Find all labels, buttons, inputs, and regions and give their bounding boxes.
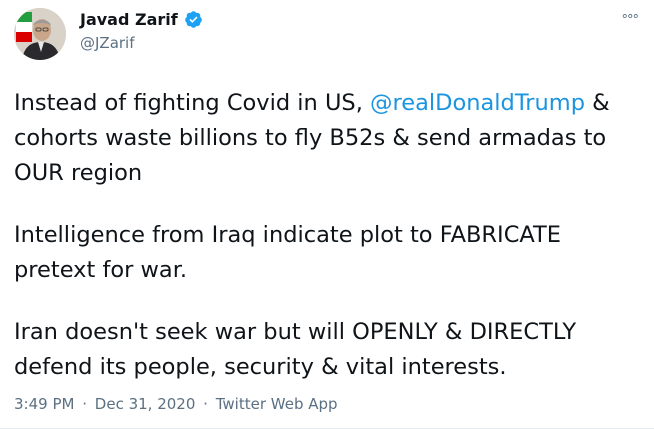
tweet-paragraph-3: Iran doesn't seek war but will OPENLY & … <box>14 319 577 380</box>
tweet-text-part: Instead of fighting Covid in US, <box>14 90 371 116</box>
tweet-paragraph-1: Instead of fighting Covid in US, @realDo… <box>14 86 634 191</box>
author-name-row: Javad Zarif <box>80 10 203 29</box>
more-options-icon[interactable]: °°° <box>622 13 639 28</box>
author-handle[interactable]: @JZarif <box>80 34 135 52</box>
tweet-paragraph-2: Intelligence from Iraq indicate plot to … <box>14 222 562 283</box>
avatar[interactable] <box>14 8 66 60</box>
tweet-time[interactable]: 3:49 PM <box>14 395 74 413</box>
meta-separator: · <box>82 395 88 413</box>
tweet-card: Javad Zarif @JZarif °°° Instead of fight… <box>0 0 654 429</box>
author-name[interactable]: Javad Zarif <box>80 10 178 29</box>
meta-separator: · <box>203 395 208 413</box>
mention-link[interactable]: @realDonaldTrump <box>370 90 585 116</box>
avatar-image <box>14 8 66 60</box>
tweet-date[interactable]: Dec 31, 2020 <box>95 395 196 413</box>
tweet-source[interactable]: Twitter Web App <box>216 395 338 413</box>
tweet-text: Instead of fighting Covid in US, @realDo… <box>14 86 634 412</box>
tweet-metadata: 3:49 PM · Dec 31, 2020 · Twitter Web App <box>14 395 338 413</box>
verified-badge-icon <box>184 10 203 29</box>
